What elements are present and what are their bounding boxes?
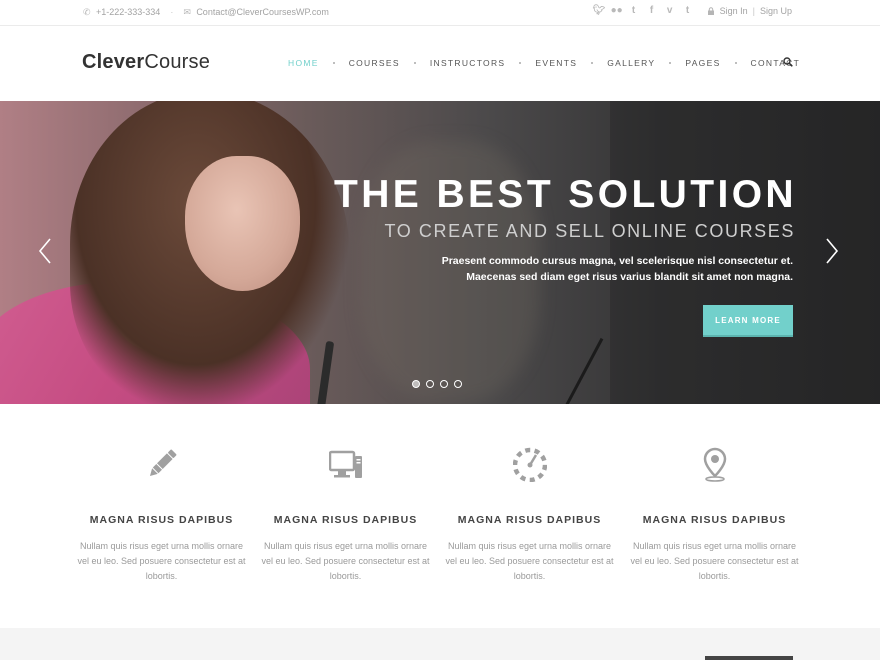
top-right: 🐦︎ ●● t f v t Sign In | Sign Up: [593, 6, 792, 17]
main-nav: HOME COURSES INSTRUCTORS EVENTS GALLERY …: [288, 58, 800, 68]
nav-pages[interactable]: PAGES: [685, 58, 720, 68]
hero-description-line: Praesent commodo cursus magna, vel scele…: [441, 255, 793, 267]
section-button-edge[interactable]: [705, 656, 793, 660]
features-section: MAGNA RISUS DAPIBUS Nullam quis risus eg…: [0, 404, 880, 628]
sign-up-link[interactable]: Sign Up: [760, 6, 792, 16]
hero-photo-stick: [539, 337, 604, 404]
social-links: 🐦︎ ●● t f v t: [593, 6, 693, 16]
feature-title: MAGNA RISUS DAPIBUS: [457, 514, 602, 526]
auth-links: Sign In | Sign Up: [707, 6, 792, 16]
nav-separator: [332, 62, 335, 64]
logo-bold: Clever: [82, 51, 145, 73]
chevron-left-icon[interactable]: [38, 238, 52, 264]
tumblr-icon[interactable]: t: [629, 6, 639, 16]
lock-icon: [707, 7, 714, 15]
pencil-icon: [149, 449, 177, 477]
map-pin-icon: [703, 447, 727, 482]
hero-description-line: Maecenas sed diam eget risus varius blan…: [466, 271, 793, 283]
hero-title: THE BEST SOLUTION: [334, 173, 797, 216]
slider-dot[interactable]: [412, 380, 420, 388]
hero-description: Praesent commodo cursus magna, vel scele…: [433, 253, 793, 285]
phone-number: +1-222-333-334: [96, 7, 161, 17]
feature-text: Nullam quis risus eget urna mollis ornar…: [445, 541, 614, 581]
nav-separator: [669, 62, 672, 64]
nav-events[interactable]: EVENTS: [535, 58, 577, 68]
slider-pagination: [412, 380, 462, 388]
header: CleverCourse HOME COURSES INSTRUCTORS EV…: [0, 26, 880, 101]
feature-title: MAGNA RISUS DAPIBUS: [89, 514, 234, 526]
nav-separator: [413, 62, 416, 64]
nav-home[interactable]: HOME: [288, 58, 319, 68]
contact-info: ✆ +1-222-333-334 · ✉ Contact@CleverCours…: [83, 7, 329, 17]
logo-light: Course: [144, 51, 211, 73]
phone-icon: ✆: [83, 6, 91, 17]
tumblr-icon[interactable]: t: [683, 6, 693, 16]
email-address[interactable]: Contact@CleverCoursesWP.com: [196, 7, 329, 17]
slider-dot[interactable]: [440, 380, 448, 388]
slider-dot[interactable]: [454, 380, 462, 388]
learn-more-button[interactable]: LEARN MORE: [703, 305, 793, 337]
slider-dot[interactable]: [426, 380, 434, 388]
hero-subtitle: TO CREATE AND SELL ONLINE COURSES: [384, 221, 795, 241]
hero-slider: THE BEST SOLUTION TO CREATE AND SELL ONL…: [0, 101, 880, 404]
nav-separator: [519, 62, 522, 64]
twitter-icon[interactable]: 🐦︎: [593, 6, 606, 16]
mail-icon: ✉: [183, 6, 191, 17]
chevron-right-icon[interactable]: [825, 238, 839, 264]
feature-title: MAGNA RISUS DAPIBUS: [273, 514, 418, 526]
feature-text: Nullam quis risus eget urna mollis ornar…: [630, 541, 799, 581]
feature-text: Nullam quis risus eget urna mollis ornar…: [77, 541, 246, 581]
nav-separator: [591, 62, 594, 64]
search-icon[interactable]: [783, 57, 793, 67]
flickr-icon[interactable]: ●●: [611, 6, 623, 16]
dashboard-icon: [513, 447, 547, 482]
nav-separator: [734, 62, 737, 64]
logo[interactable]: CleverCourse: [82, 51, 210, 74]
facebook-icon[interactable]: f: [647, 6, 657, 16]
nav-gallery[interactable]: GALLERY: [607, 58, 655, 68]
divider: |: [752, 6, 755, 16]
feature-title: MAGNA RISUS DAPIBUS: [642, 514, 787, 526]
nav-courses[interactable]: COURSES: [349, 58, 400, 68]
feature-text: Nullam quis risus eget urna mollis ornar…: [261, 541, 430, 581]
divider: ·: [170, 7, 174, 17]
next-section: [0, 628, 880, 660]
sign-in-link[interactable]: Sign In: [720, 6, 748, 16]
computer-icon: [329, 450, 362, 478]
vimeo-icon[interactable]: v: [665, 6, 675, 16]
top-bar: ✆ +1-222-333-334 · ✉ Contact@CleverCours…: [0, 0, 880, 26]
nav-instructors[interactable]: INSTRUCTORS: [430, 58, 506, 68]
hero-photo-face: [185, 156, 300, 291]
